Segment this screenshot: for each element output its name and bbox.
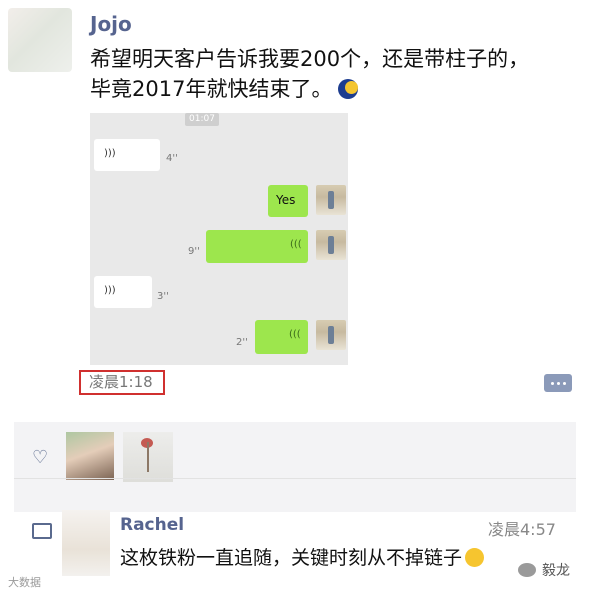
voice-wave-icon: )))	[104, 285, 116, 296]
watermark-right-text: 毅龙	[542, 563, 570, 579]
commenter-avatar[interactable]	[62, 510, 110, 576]
message-text: Yes	[276, 193, 296, 207]
moon-emoji-icon	[338, 79, 359, 99]
voice-wave-icon: (((	[290, 239, 302, 250]
post-text: 希望明天客户告诉我要200个，还是带柱子的， 毕竟2017年就快结束了。	[90, 44, 560, 104]
voice-duration: 3''	[157, 291, 169, 302]
sender-avatar	[316, 230, 346, 260]
voice-duration: 2''	[236, 337, 248, 348]
heart-icon: ♡	[32, 447, 49, 468]
comment-bubble-icon	[32, 523, 52, 539]
author-avatar[interactable]	[8, 8, 72, 72]
wechat-logo-icon	[518, 563, 536, 577]
liker-avatar[interactable]	[123, 432, 173, 482]
voice-message-incoming[interactable]: )))	[94, 276, 152, 308]
comment-text-content: 这枚铁粉一直追随，关键时刻从不掉链子	[120, 547, 463, 569]
more-comment-icon[interactable]	[544, 374, 572, 392]
post-text-line-1: 希望明天客户告诉我要200个，还是带柱子的，	[90, 47, 530, 71]
post-time: 凌晨1:18	[79, 370, 165, 395]
commenter-name[interactable]: Rachel	[120, 515, 184, 535]
voice-duration: 9''	[188, 246, 200, 257]
chat-timestamp: 01:07	[185, 113, 219, 126]
post-text-line-2-content: 毕竟2017年就快结束了。	[90, 77, 333, 101]
watermark-left: 大数据	[8, 576, 41, 589]
voice-message-outgoing[interactable]: (((	[206, 230, 308, 263]
sender-avatar	[316, 185, 346, 215]
post-image-chat-screenshot[interactable]: 01:07 ))) 4'' Yes 9'' ((( ))) 3'' 2'' ((…	[90, 113, 348, 365]
sender-avatar	[316, 320, 346, 350]
voice-wave-icon: (((	[289, 329, 301, 340]
voice-message-outgoing[interactable]: (((	[255, 320, 308, 354]
comment-text[interactable]: 这枚铁粉一直追随，关键时刻从不掉链子	[120, 543, 485, 570]
watermark-right: 毅龙	[518, 560, 570, 580]
voice-duration: 4''	[166, 153, 178, 164]
post-text-line-2: 毕竟2017年就快结束了。	[90, 74, 560, 104]
liker-avatar[interactable]	[66, 432, 114, 480]
divider	[14, 478, 576, 479]
author-name[interactable]: Jojo	[90, 12, 132, 36]
voice-message-incoming[interactable]: )))	[94, 139, 160, 171]
text-message-outgoing[interactable]: Yes	[268, 185, 308, 217]
grin-emoji-icon	[465, 548, 485, 567]
comment-time: 凌晨4:57	[488, 520, 556, 539]
voice-wave-icon: )))	[104, 148, 116, 159]
